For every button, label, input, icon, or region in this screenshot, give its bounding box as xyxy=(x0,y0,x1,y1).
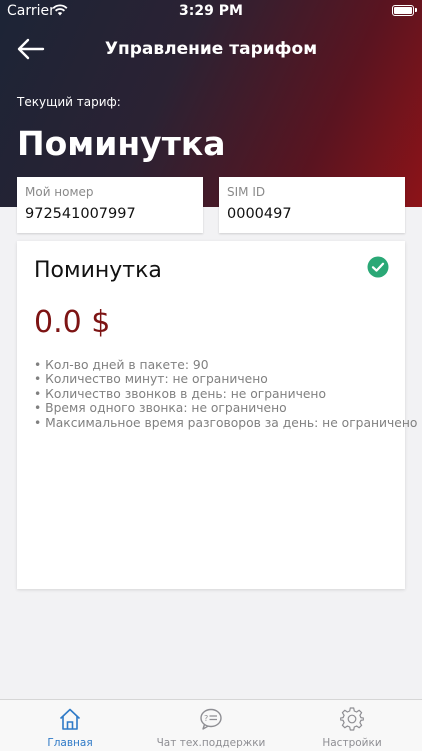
tariff-price: 0.0 $ xyxy=(34,305,111,340)
tab-settings[interactable]: Настройки xyxy=(282,700,422,751)
page-title: Управление тарифом xyxy=(104,39,318,59)
tab-home-label: Главная xyxy=(47,737,93,749)
tab-support-chat[interactable]: ? Чат тех.поддержки xyxy=(141,700,281,751)
sim-id-field: SIM ID 0000497 xyxy=(219,177,405,233)
list-item: • Кол-во дней в пакете: 90 xyxy=(34,358,209,372)
status-time: 3:29 PM xyxy=(179,3,243,19)
current-tariff-label: Текущий тариф: xyxy=(17,95,121,109)
my-number-label: Мой номер xyxy=(25,185,94,199)
tab-settings-label: Настройки xyxy=(322,737,382,749)
tab-home[interactable]: Главная xyxy=(0,700,140,751)
status-bar: Carrier 3:29 PM xyxy=(0,0,422,24)
gear-icon xyxy=(340,707,364,731)
tariff-card[interactable]: Поминутка 0.0 $ • Кол-во дней в пакете: … xyxy=(17,241,418,589)
my-number-field: Мой номер 972541007997 xyxy=(17,177,203,233)
tab-bar: Главная ? Чат тех.поддержки Настройки xyxy=(0,699,422,751)
battery-icon xyxy=(392,5,417,16)
svg-text:?: ? xyxy=(204,714,208,723)
list-item: • Максимальное время разговоров за день:… xyxy=(34,415,418,430)
tab-support-chat-label: Чат тех.поддержки xyxy=(156,737,266,749)
chat-icon: ? xyxy=(200,708,222,730)
tariff-card-name: Поминутка xyxy=(34,258,162,283)
sim-id-label: SIM ID xyxy=(227,185,266,199)
checkmark-icon xyxy=(367,256,389,278)
sim-id-value: 0000497 xyxy=(227,206,292,222)
my-number-value: 972541007997 xyxy=(25,206,136,222)
tariff-features-list: • Кол-во дней в пакете: 90 • Количество … xyxy=(34,358,418,430)
list-item: • Время одного звонка: не ограничено xyxy=(34,401,287,416)
current-tariff-name: Поминутка xyxy=(17,124,226,163)
home-icon xyxy=(59,708,81,730)
list-item: • Количество минут: не ограничено xyxy=(34,372,268,387)
list-item: • Количество звонков в день: не ограниче… xyxy=(34,386,326,401)
